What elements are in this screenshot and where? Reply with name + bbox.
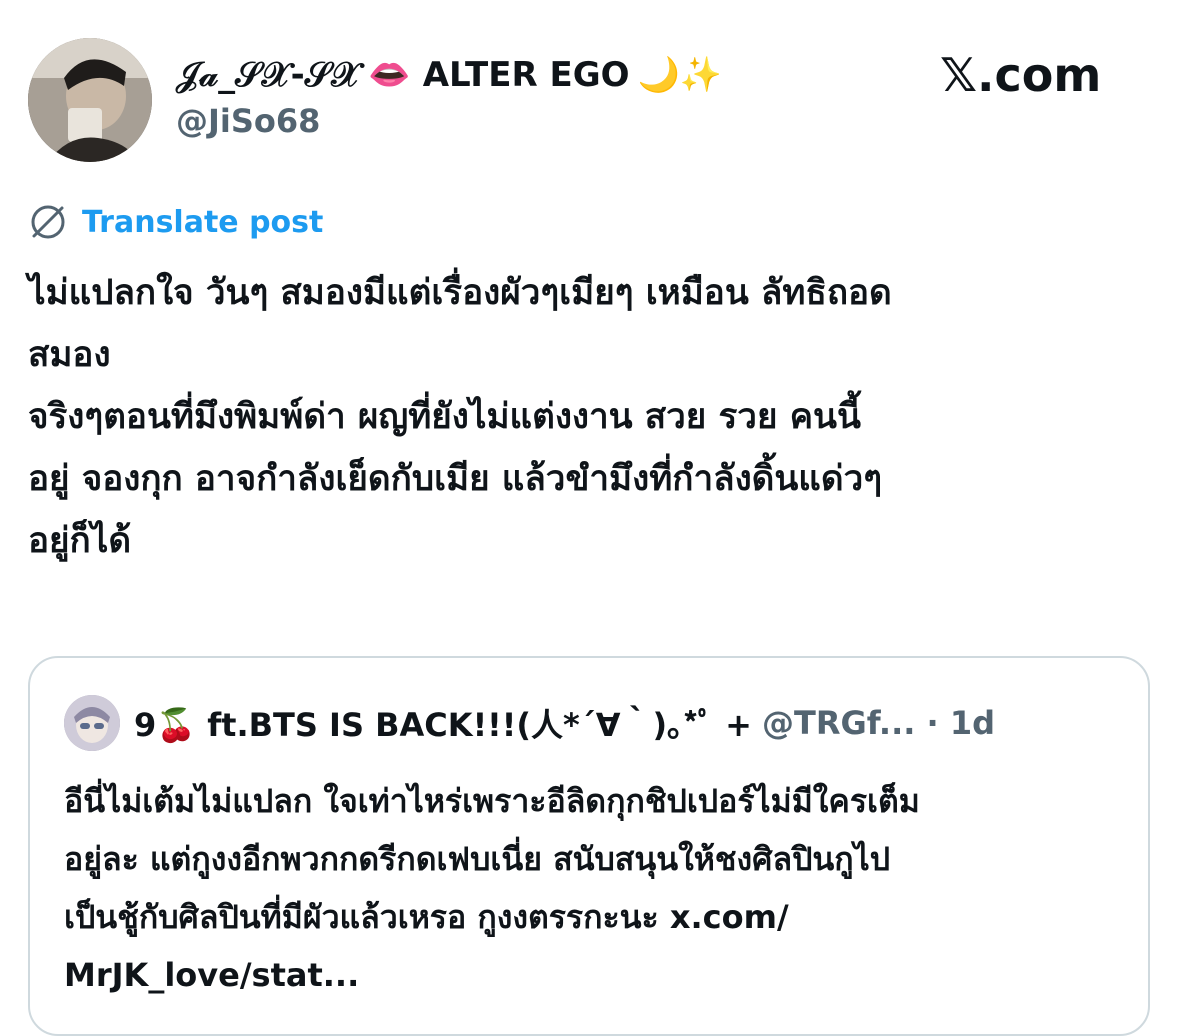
author-display-name: 𝒥𝒶_𝒮𝒳-𝒮𝒳 [176, 55, 361, 95]
globe-icon [31, 205, 65, 239]
post-text-line: อยู่ จองกุก อาจกำลังเย็ดกับเมีย แล้วขำมึ… [28, 459, 883, 499]
post-text-line: ไม่แปลกใจ วันๆ สมองมีแต่เรื่องผัวๆเมียๆ … [28, 273, 892, 313]
translate-post-link[interactable]: Translate post [28, 202, 323, 242]
post-text: ไม่แปลกใจ วันๆ สมองมีแต่เรื่องผัวๆเมียๆ … [28, 262, 1158, 572]
quoted-text-line: อีนี่ไม่เต้มไม่แปลก ใจเท่าไหร่เพราะอีลิด… [64, 782, 920, 820]
quoted-author-avatar[interactable] [64, 695, 120, 751]
quoted-avatar-photo [64, 695, 120, 751]
author-name-row[interactable]: 𝒥𝒶_𝒮𝒳-𝒮𝒳 👄 ALTER EGO 🌙✨ [176, 50, 722, 100]
x-brand-logo: 𝕏.com [940, 48, 1102, 102]
author-name-suffix: ALTER EGO [422, 55, 630, 95]
quoted-post-text: อีนี่ไม่เต้มไม่แปลก ใจเท่าไหร่เพราะอีลิด… [64, 772, 1124, 1004]
quoted-text-line: เป็นชู้กับศิลปินที่มีผัวแล้วเหรอ กูงงตรร… [64, 898, 789, 936]
moon-sparkles-emoji: 🌙✨ [637, 55, 723, 95]
translate-post-label: Translate post [82, 204, 324, 240]
avatar-photo [28, 38, 152, 162]
quoted-handle-time: @TRGf... · 1d [762, 704, 995, 742]
quoted-post-header: 9🍒 ft.BTS IS BACK!!!(人*´∀｀)｡*ﾟ + @TRGf..… [64, 694, 995, 752]
quoted-author-name: 9🍒 ft.BTS IS BACK!!!(人*´∀｀)｡*ﾟ + [134, 706, 752, 744]
quoted-post-card[interactable]: 9🍒 ft.BTS IS BACK!!!(人*´∀｀)｡*ﾟ + @TRGf..… [28, 656, 1150, 1036]
post-text-line: สมอง [28, 335, 111, 375]
post-text-line: จริงๆตอนที่มึงพิมพ์ด่า ผญที่ยังไม่แต่งงา… [28, 397, 861, 437]
quoted-text-line: MrJK_love/stat... [64, 956, 360, 994]
quoted-text-line: อยู่ละ แต่กูงงอีกพวกกดรีกดเฟบเนี่ย สนับส… [64, 840, 891, 878]
post-text-line: อยู่ก็ได้ [28, 521, 132, 561]
author-handle[interactable]: @JiSo68 [176, 102, 320, 140]
author-avatar[interactable] [28, 38, 152, 162]
lips-emoji: 👄 [368, 55, 411, 95]
